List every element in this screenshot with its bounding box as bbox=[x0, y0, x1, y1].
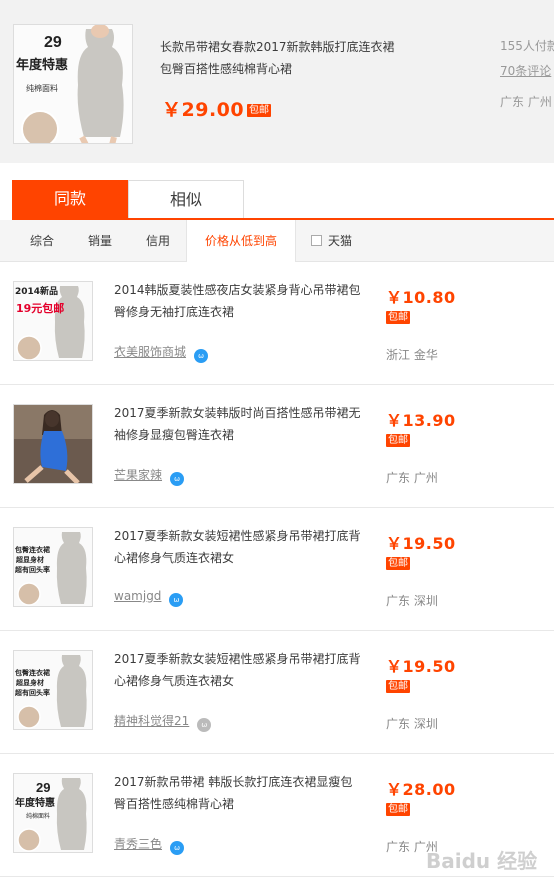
free-shipping-badge-label: 包邮 bbox=[386, 680, 410, 693]
list-item[interactable]: 2017夏季新款女装韩版时尚百搭性感吊带裙无袖修身显瘦包臀连衣裙 芒果家辣 ω ￥… bbox=[0, 385, 554, 508]
item-location: 浙江 金华 bbox=[386, 348, 438, 362]
item-image-caption-3: 超有回头率 bbox=[15, 688, 50, 697]
sort-credit[interactable]: 信用 bbox=[128, 220, 188, 262]
item-title[interactable]: 2017新款吊带裙 韩版长款打底连衣裙显瘦包臀百搭性感纯棉背心裙 bbox=[114, 771, 364, 815]
item-image-caption-3: 纯棉面料 bbox=[26, 812, 50, 820]
item-image-caption-1: 包臀连衣裙 bbox=[15, 545, 50, 554]
current-product-card: 29 年度特惠 纯棉面料 长款吊带裙女春款2017新款韩版打底连衣裙包臀百搭性感… bbox=[0, 0, 554, 163]
wangwang-icon[interactable]: ω bbox=[194, 349, 209, 363]
baidu-jingyan-watermark: Baidu 经验 bbox=[424, 840, 548, 884]
tab-same-style[interactable]: 同款 bbox=[12, 180, 128, 218]
wangwang-icon[interactable]: ω bbox=[170, 472, 185, 486]
sort-overall[interactable]: 综合 bbox=[12, 220, 72, 262]
shop-link[interactable]: 精神科觉得21 ω bbox=[114, 712, 212, 732]
shop-link[interactable]: 衣美服饰商城 ω bbox=[114, 343, 209, 363]
free-shipping-badge: 包邮 bbox=[386, 305, 410, 324]
current-product-title[interactable]: 长款吊带裙女春款2017新款韩版打底连衣裙包臀百搭性感纯棉背心裙 bbox=[160, 36, 396, 80]
free-shipping-badge: 包邮 bbox=[386, 674, 410, 693]
item-title[interactable]: 2014韩版夏装性感夜店女装紧身背心吊带裙包臀修身无袖打底连衣裙 bbox=[114, 279, 364, 323]
item-image-caption-1: 包臀连衣裙 bbox=[15, 668, 50, 677]
paid-count: 155人付款 bbox=[500, 39, 554, 53]
item-image-caption-2: 超显身材 bbox=[16, 555, 44, 564]
item-image-caption-2: 年度特惠 bbox=[15, 796, 55, 809]
wangwang-icon[interactable]: ω bbox=[197, 718, 212, 732]
list-item[interactable]: 包臀连衣裙 超显身材 超有回头率 2017夏季新款女装短裙性感紧身吊带裙打底背心… bbox=[0, 631, 554, 754]
item-image-caption-1: 29 bbox=[36, 780, 50, 795]
banner-number: 29 bbox=[44, 34, 62, 51]
tmall-filter[interactable]: 天猫 bbox=[311, 220, 352, 262]
item-image[interactable]: 29 年度特惠 纯棉面料 bbox=[13, 773, 93, 853]
item-title[interactable]: 2017夏季新款女装短裙性感紧身吊带裙打底背心裙修身气质连衣裙女 bbox=[114, 525, 364, 569]
free-shipping-badge-label: 包邮 bbox=[386, 557, 410, 570]
sort-sales[interactable]: 销量 bbox=[70, 220, 130, 262]
item-image-caption-1: 2014新品 bbox=[15, 285, 58, 297]
watermark-text: Baidu 经验 bbox=[426, 849, 537, 873]
item-image[interactable] bbox=[13, 404, 93, 484]
list-item[interactable]: 包臀连衣裙 超显身材 超有回头率 2017夏季新款女装短裙性感紧身吊带裙打底背心… bbox=[0, 508, 554, 631]
wangwang-icon[interactable]: ω bbox=[170, 841, 185, 855]
banner-caption: 纯棉面料 bbox=[26, 83, 58, 93]
wangwang-icon[interactable]: ω bbox=[169, 593, 184, 607]
current-product-image[interactable]: 29 年度特惠 纯棉面料 bbox=[13, 24, 133, 144]
item-title[interactable]: 2017夏季新款女装短裙性感紧身吊带裙打底背心裙修身气质连衣裙女 bbox=[114, 648, 364, 692]
shop-name[interactable]: wamjgd bbox=[114, 589, 161, 603]
free-shipping-badge: 包邮 bbox=[386, 551, 410, 570]
comments-link[interactable]: 70条评论 bbox=[500, 62, 551, 79]
shop-name[interactable]: 精神科觉得21 bbox=[114, 714, 189, 728]
tmall-filter-label: 天猫 bbox=[328, 234, 353, 248]
item-location: 广东 深圳 bbox=[386, 717, 438, 731]
sort-bar: 综合 销量 信用 价格从低到高 天猫 bbox=[0, 220, 554, 262]
shop-name[interactable]: 芒果家辣 bbox=[114, 468, 162, 482]
shop-link[interactable]: 青秀三色 ω bbox=[114, 835, 185, 855]
item-location: 广东 广州 bbox=[386, 471, 438, 485]
item-image[interactable]: 2014新品 19元包邮 bbox=[13, 281, 93, 361]
free-shipping-badge: 包邮 bbox=[386, 428, 410, 447]
current-product-location: 广东 广州 bbox=[500, 95, 552, 109]
free-shipping-badge: 包邮 bbox=[386, 797, 410, 816]
item-image[interactable]: 包臀连衣裙 超显身材 超有回头率 bbox=[13, 650, 93, 730]
shop-link[interactable]: wamjgd ω bbox=[114, 589, 184, 607]
free-shipping-badge-label: 包邮 bbox=[247, 104, 271, 117]
free-shipping-badge-label: 包邮 bbox=[386, 803, 410, 816]
shop-link[interactable]: 芒果家辣 ω bbox=[114, 466, 185, 486]
free-shipping-badge-label: 包邮 bbox=[386, 434, 410, 447]
shop-name[interactable]: 青秀三色 bbox=[114, 837, 162, 851]
item-image-caption-2: 超显身材 bbox=[16, 678, 44, 687]
free-shipping-badge: 包邮 bbox=[247, 98, 271, 117]
item-image-caption-3: 超有回头率 bbox=[15, 565, 50, 574]
item-title[interactable]: 2017夏季新款女装韩版时尚百搭性感吊带裙无袖修身显瘦包臀连衣裙 bbox=[114, 402, 364, 446]
current-product-price: ￥29.00 bbox=[162, 99, 245, 121]
item-image[interactable]: 包臀连衣裙 超显身材 超有回头率 bbox=[13, 527, 93, 607]
shop-name[interactable]: 衣美服饰商城 bbox=[114, 345, 186, 359]
list-item[interactable]: 2014新品 19元包邮 2014韩版夏装性感夜店女装紧身背心吊带裙包臀修身无袖… bbox=[0, 262, 554, 385]
tab-similar[interactable]: 相似 bbox=[128, 180, 244, 218]
tab-bar: 同款 相似 bbox=[12, 180, 554, 220]
sort-price-asc[interactable]: 价格从低到高 bbox=[186, 220, 296, 262]
checkbox-icon[interactable] bbox=[311, 235, 322, 246]
item-location: 广东 深圳 bbox=[386, 594, 438, 608]
banner-text: 年度特惠 bbox=[16, 57, 68, 73]
free-shipping-badge-label: 包邮 bbox=[386, 311, 410, 324]
item-image-caption-2: 19元包邮 bbox=[16, 301, 64, 315]
